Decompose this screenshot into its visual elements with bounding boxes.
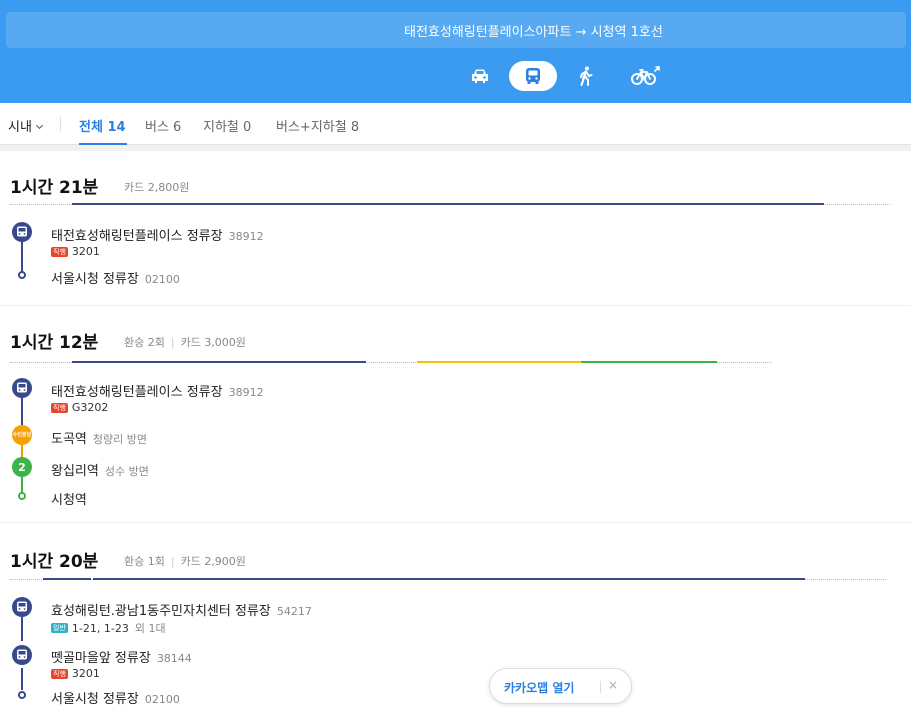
stop-name[interactable]: 태전효성해링턴플레이스 정류장 38912 [51,225,264,244]
end-dot-icon [18,492,26,500]
stop-id: 02100 [144,273,180,286]
walk-icon [580,66,593,86]
stop-name[interactable]: 도곡역 청량리 방면 [51,428,147,447]
route-card-2[interactable]: 1시간 12분 환승 2회 | 카드 3,000원 태전효성해링턴플레이스 정류장 3… [0,305,911,522]
subway-suin-icon: 수인분당 [12,425,32,445]
route-meta: 환승 1회 | 카드 2,900원 [124,555,246,568]
stop-name[interactable]: 왕십리역 성수 방면 [51,460,149,479]
mode-bike-button[interactable] [626,61,664,91]
bus-line-number: 1-21, 1-23 [71,621,129,635]
top-bar: 태전효성해링턴플레이스아파트 → 시청역 1호선 [0,0,911,103]
route-fare: 카드 2,800원 [124,181,190,194]
tab-divider [60,117,61,131]
open-kakaomap-button[interactable]: 카카오맵 열기 [504,679,574,696]
region-label: 시내 [8,120,32,135]
stop-name[interactable]: 뗏골마을앞 정류장 38144 [51,647,192,666]
timeline-segment-bus [93,578,805,580]
route-line [21,617,23,641]
tab-bus-subway[interactable]: 버스+지하철 8 [276,116,359,135]
route-summary: 태전효성해링턴플레이스아파트 → 시청역 1호선 [404,25,663,40]
bus-icon [12,222,32,242]
stop-name[interactable]: 시청역 [51,489,87,508]
open-kakaomap-banner: 카카오맵 열기 × [489,668,632,704]
stop-id: 38912 [228,386,264,399]
route-card-1[interactable]: 1시간 21분 카드 2,800원 태전효성해링턴플레이스 정류장 38912 직… [0,151,911,305]
end-dot-icon [18,271,26,279]
route-transfers: 환승 1회 [124,555,165,568]
bus-icon [12,378,32,398]
route-meta: 환승 2회 | 카드 3,000원 [124,336,246,349]
filter-tab-bar: 시내 전체 14 버스 6 지하철 0 버스+지하철 8 [0,103,911,145]
region-dropdown[interactable]: 시내 [8,116,43,135]
timeline-segment-line2 [581,361,717,363]
mode-walk-button[interactable] [572,61,600,91]
mode-bus-button[interactable] [509,61,557,91]
bus-line-number: 3201 [71,245,100,258]
bus-icon [526,68,540,84]
direction: 성수 방면 [104,465,149,478]
timeline-segment-bus [72,203,824,205]
route-line [21,239,23,273]
stop-id: 02100 [144,693,180,706]
route-card-3[interactable]: 1시간 20분 환승 1회 | 카드 2,900원 효성해링턴.광남1동주민자치센터… [0,522,911,710]
banner-divider [600,681,601,693]
route-duration: 1시간 20분 [10,552,99,572]
bus-line-number: G3202 [71,401,109,414]
bus-line-info[interactable]: 일반 1-21, 1-23 외 1대 [51,620,166,636]
bus-line-extra: 외 1대 [134,622,166,635]
bike-icon [631,66,660,85]
close-icon[interactable]: × [608,678,618,692]
bus-icon [12,645,32,665]
route-fare: 카드 2,900원 [180,555,246,568]
tab-all[interactable]: 전체 14 [79,116,126,135]
subway-line2-icon: 2 [12,457,32,477]
bus-line-info[interactable]: 직행 3201 [51,667,100,680]
tab-bus[interactable]: 버스 6 [145,116,181,135]
express-badge: 직행 [51,668,68,679]
stop-id: 54217 [276,605,312,618]
timeline-segment-bus [43,578,91,580]
bus-line-info[interactable]: 직행 G3202 [51,401,108,414]
mode-car-button[interactable] [464,61,496,91]
stop-name[interactable]: 서울시청 정류장 02100 [51,268,180,287]
stop-name[interactable]: 서울시청 정류장 02100 [51,688,180,707]
chevron-down-icon [35,121,43,130]
route-duration: 1시간 12분 [10,333,99,353]
stop-name[interactable]: 효성해링턴.광남1동주민자치센터 정류장 54217 [51,600,312,619]
express-badge: 직행 [51,402,68,413]
route-fare: 카드 3,000원 [180,336,246,349]
timeline-segment-bus [72,361,366,363]
route-meta: 카드 2,800원 [124,179,189,195]
route-summary-box[interactable]: 태전효성해링턴플레이스아파트 → 시청역 1호선 [6,12,906,48]
stop-id: 38144 [156,652,192,665]
timeline-segment-suin [417,361,581,363]
stop-name[interactable]: 태전효성해링턴플레이스 정류장 38912 [51,381,264,400]
express-badge: 직행 [51,246,68,257]
bus-line-number: 3201 [71,667,100,680]
car-icon [472,69,488,83]
route-duration: 1시간 21분 [10,178,99,198]
regular-badge: 일반 [51,623,68,633]
bus-line-info[interactable]: 직행 3201 [51,245,100,258]
route-transfers: 환승 2회 [124,336,165,349]
direction: 청량리 방면 [92,433,147,446]
route-line [21,668,23,690]
bus-icon [12,597,32,617]
tab-subway[interactable]: 지하철 0 [203,116,251,135]
end-dot-icon [18,691,26,699]
stop-id: 38912 [228,230,264,243]
